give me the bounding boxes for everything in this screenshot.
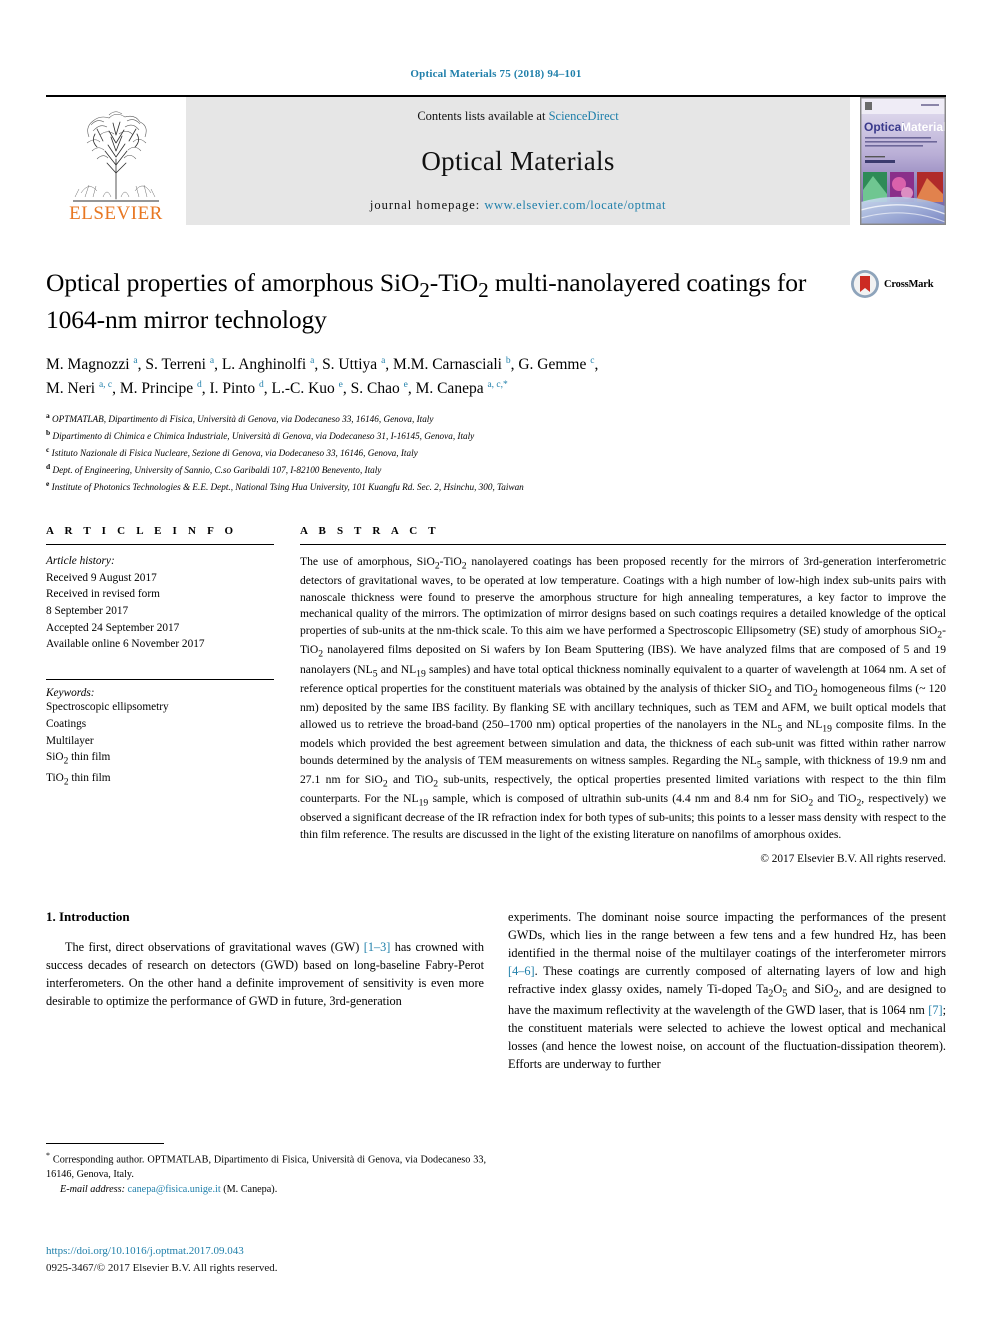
affiliation-text: Dipartimento di Chimica e Chimica Indust…	[52, 431, 475, 442]
intro-right-part1: experiments. The dominant noise source i…	[508, 909, 946, 960]
keyword-item: SiO2 thin film	[46, 751, 111, 767]
svg-text:Optical: Optical	[864, 120, 905, 134]
affiliation-item: e Institute of Photonics Technologies & …	[46, 478, 946, 495]
author-line-1: M. Magnozzi a, S. Terreni a, L. Anghinol…	[46, 355, 599, 373]
journal-masthead: ELSEVIER Contents lists available at Sci…	[46, 95, 946, 225]
citation-link-1-3[interactable]: [1–3]	[364, 940, 391, 954]
affiliation-mark: e	[46, 478, 50, 488]
citation-link-7[interactable]: [7]	[928, 1003, 942, 1017]
affiliation-mark: c	[46, 444, 50, 454]
crossmark-label: CrossMark	[884, 278, 934, 290]
keyword-list: Spectroscopic ellipsometry Coatings Mult…	[46, 699, 274, 790]
body-columns: 1. Introduction The first, direct observ…	[46, 909, 946, 1074]
page-title: Optical properties of amorphous SiO2-TiO…	[46, 268, 807, 334]
affiliation-mark: b	[46, 427, 51, 437]
citation-link-4-6[interactable]: [4–6]	[508, 964, 535, 978]
keyword-item: Coatings	[46, 717, 87, 730]
homepage-label: journal homepage:	[369, 198, 485, 212]
footer-doi-block: https://doi.org/10.1016/j.optmat.2017.09…	[46, 1243, 506, 1276]
title-block: Optical properties of amorphous SiO2-TiO…	[46, 267, 946, 336]
footnote-rule	[46, 1143, 164, 1144]
history-item: Received in revised form	[46, 588, 160, 601]
footnote-corresponding-text: Corresponding author. OPTMATLAB, Diparti…	[46, 1154, 486, 1181]
svg-text:Materials: Materials	[901, 120, 945, 134]
affiliation-text: Institute of Photonics Technologies & E.…	[51, 481, 524, 492]
footnote-email-label: E-mail address:	[60, 1184, 125, 1196]
article-info-heading: A R T I C L E I N F O	[46, 524, 238, 537]
footnote-corresponding: * Corresponding author. OPTMATLAB, Dipar…	[46, 1150, 486, 1183]
affiliation-mark: a	[46, 411, 50, 421]
keywords-block: Keywords: Spectroscopic ellipsometry Coa…	[46, 679, 274, 790]
footnote-email-line: E-mail address: canepa@fisica.unige.it (…	[46, 1183, 486, 1198]
corresponding-author-footnote: * Corresponding author. OPTMATLAB, Dipar…	[46, 1143, 486, 1198]
affiliation-list: a OPTMATLAB, Dipartimento di Fisica, Uni…	[46, 410, 946, 495]
contents-line: Contents lists available at ScienceDirec…	[417, 109, 618, 124]
history-item: Available online 6 November 2017	[46, 638, 205, 651]
keywords-rule	[46, 679, 274, 681]
affiliation-text: OPTMATLAB, Dipartimento di Fisica, Unive…	[52, 414, 434, 425]
keyword-item: Multilayer	[46, 734, 94, 747]
issn-copyright-line: 0925-3467/© 2017 Elsevier B.V. All right…	[46, 1261, 278, 1274]
abstract-text: The use of amorphous, SiO2-TiO2 nanolaye…	[300, 554, 946, 842]
intro-paragraph-right: experiments. The dominant noise source i…	[508, 909, 946, 1071]
homepage-url-link[interactable]: www.elsevier.com/locate/optmat	[484, 198, 666, 212]
elsevier-logo: ELSEVIER	[46, 97, 186, 225]
cover-artwork-icon: Optical Materials	[861, 98, 945, 224]
crossmark-badge[interactable]: CrossMark	[850, 269, 946, 299]
intro-left-part1: The first, direct observations of gravit…	[65, 939, 364, 954]
intro-right-part3: ; the constituent materials were selecte…	[508, 1003, 946, 1071]
running-head: Optical Materials 75 (2018) 94–101	[410, 68, 582, 80]
journal-banner: Contents lists available at ScienceDirec…	[186, 97, 850, 225]
keywords-heading: Keywords:	[46, 687, 95, 700]
journal-cover-thumbnail: Optical Materials	[860, 97, 946, 225]
affiliation-text: Dept. of Engineering, University of Sann…	[52, 464, 382, 475]
history-item: Accepted 24 September 2017	[46, 621, 180, 634]
affiliation-item: a OPTMATLAB, Dipartimento di Fisica, Uni…	[46, 410, 946, 427]
article-info-rule	[46, 543, 274, 545]
doi-link[interactable]: https://doi.org/10.1016/j.optmat.2017.09…	[46, 1243, 506, 1260]
section-title-introduction: 1. Introduction	[46, 908, 130, 924]
keyword-item: TiO2 thin film	[46, 771, 111, 787]
footnote-email-suffix: (M. Canepa).	[223, 1184, 278, 1196]
article-history: Article history: Received 9 August 2017 …	[46, 553, 274, 653]
article-info-column: A R T I C L E I N F O Article history: R…	[46, 525, 274, 865]
history-item: Received 9 August 2017	[46, 571, 157, 584]
author-list: M. Magnozzi a, S. Terreni a, L. Anghinol…	[46, 353, 946, 401]
journal-homepage-line: journal homepage: www.elsevier.com/locat…	[370, 198, 666, 213]
abstract-heading: A B S T R A C T	[300, 524, 440, 537]
affiliation-item: d Dept. of Engineering, University of Sa…	[46, 461, 946, 478]
sciencedirect-link[interactable]: ScienceDirect	[549, 109, 619, 123]
affiliation-mark: d	[46, 461, 51, 471]
article-page: Optical Materials 75 (2018) 94–101 ELSEV…	[0, 0, 992, 1323]
body-column-left: 1. Introduction The first, direct observ…	[46, 909, 484, 1074]
footnote-email-link[interactable]: canepa@fisica.unige.it	[128, 1184, 221, 1195]
elsevier-tree-icon	[73, 111, 159, 202]
crossmark-logo-icon	[851, 270, 879, 298]
abstract-rule	[300, 543, 946, 545]
history-item: 8 September 2017	[46, 605, 129, 618]
affiliation-item: c Istituto Nazionale di Fisica Nucleare,…	[46, 444, 946, 461]
author-line-2: M. Neri a, c, M. Principe d, I. Pinto d,…	[46, 379, 508, 397]
abstract-copyright: © 2017 Elsevier B.V. All rights reserved…	[760, 852, 946, 865]
keyword-item: Spectroscopic ellipsometry	[46, 701, 169, 714]
body-column-right: experiments. The dominant noise source i…	[508, 909, 946, 1074]
intro-paragraph-left: The first, direct observations of gravit…	[46, 939, 484, 1011]
article-history-heading: Article history:	[46, 554, 115, 567]
contents-line-prefix: Contents lists available at	[417, 109, 549, 123]
elsevier-wordmark: ELSEVIER	[69, 203, 163, 224]
abstract-column: A B S T R A C T The use of amorphous, Si…	[300, 525, 946, 865]
affiliation-item: b Dipartimento di Chimica e Chimica Indu…	[46, 427, 946, 444]
affiliation-text: Istituto Nazionale di Fisica Nucleare, S…	[51, 448, 418, 459]
journal-title: Optical Materials	[421, 145, 615, 176]
info-abstract-section: A R T I C L E I N F O Article history: R…	[46, 525, 946, 865]
